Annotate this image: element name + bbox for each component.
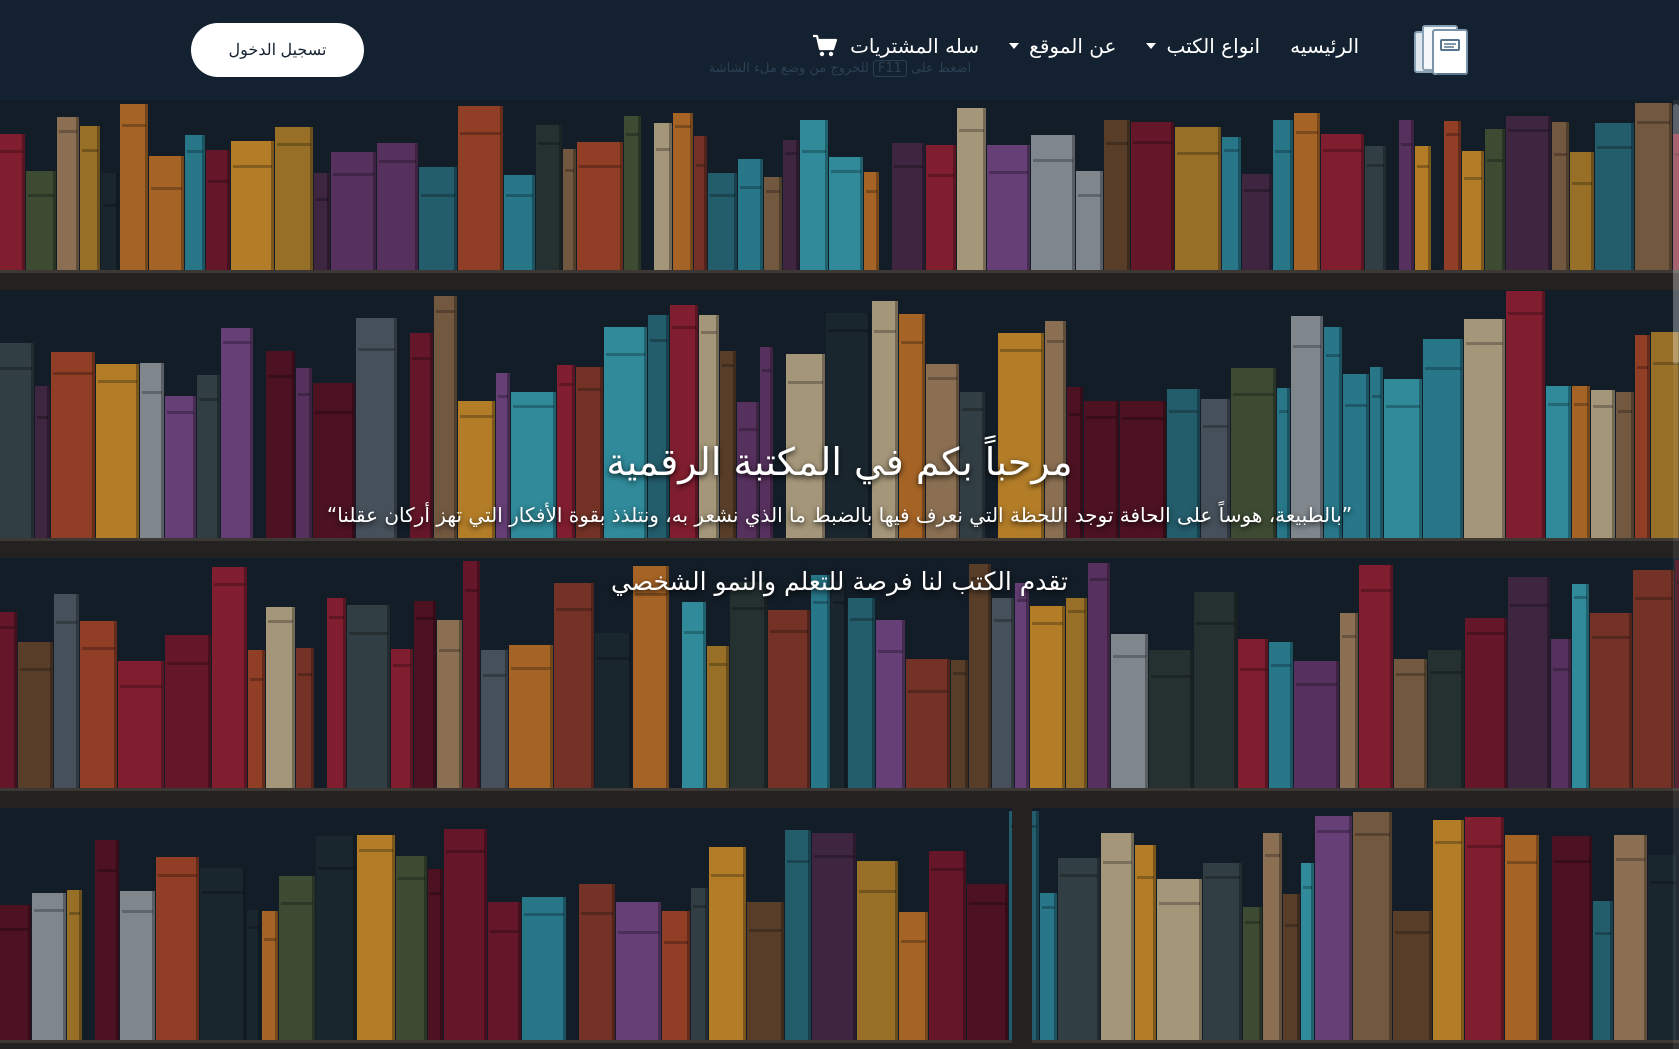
chevron-down-icon xyxy=(1146,43,1157,49)
hero-subtitle: تقدم الكتب لنا فرصة للتعلم والنمو الشخصي xyxy=(611,567,1068,596)
nav-cart[interactable]: سله المشتريات xyxy=(812,30,979,62)
nav-home-label: الرئيسيه xyxy=(1290,34,1359,58)
scrollbar-thumb[interactable] xyxy=(1673,104,1679,364)
nav-home[interactable]: الرئيسيه xyxy=(1290,30,1359,62)
nav-cart-label: سله المشتريات xyxy=(850,34,980,58)
main-nav: الرئيسيه انواع الكتب عن الموقع سله المشت… xyxy=(812,30,1359,62)
nav-about-label: عن الموقع xyxy=(1029,34,1117,58)
fullscreen-hint-before: اضغط على xyxy=(910,61,972,76)
shopping-cart-icon xyxy=(813,34,838,57)
fullscreen-hint-key: F11 xyxy=(872,60,907,77)
fullscreen-hint-after: للخروج من وضع ملء الشاشة xyxy=(708,61,869,76)
fullscreen-hint: اضغط علىF11للخروج من وضع ملء الشاشة xyxy=(690,60,990,77)
book-stack-icon[interactable] xyxy=(1413,22,1471,78)
login-button[interactable]: تسجيل الدخول xyxy=(191,23,364,77)
hero-text: مرحباً بكم في المكتبة الرقمية ”بالطبيعة،… xyxy=(0,100,1679,1049)
top-navbar: الرئيسيه انواع الكتب عن الموقع سله المشت… xyxy=(0,0,1679,100)
hero-section: مرحباً بكم في المكتبة الرقمية ”بالطبيعة،… xyxy=(0,100,1679,1049)
nav-book-types-label: انواع الكتب xyxy=(1166,34,1261,58)
nav-about-dropdown[interactable]: عن الموقع xyxy=(1009,30,1116,62)
hero-title: مرحباً بكم في المكتبة الرقمية xyxy=(606,440,1073,484)
chevron-down-icon xyxy=(1009,43,1020,49)
hero-quote: ”بالطبيعة، هوساً على الحافة توجد اللحظة … xyxy=(326,503,1353,527)
nav-book-types-dropdown[interactable]: انواع الكتب xyxy=(1146,30,1260,62)
